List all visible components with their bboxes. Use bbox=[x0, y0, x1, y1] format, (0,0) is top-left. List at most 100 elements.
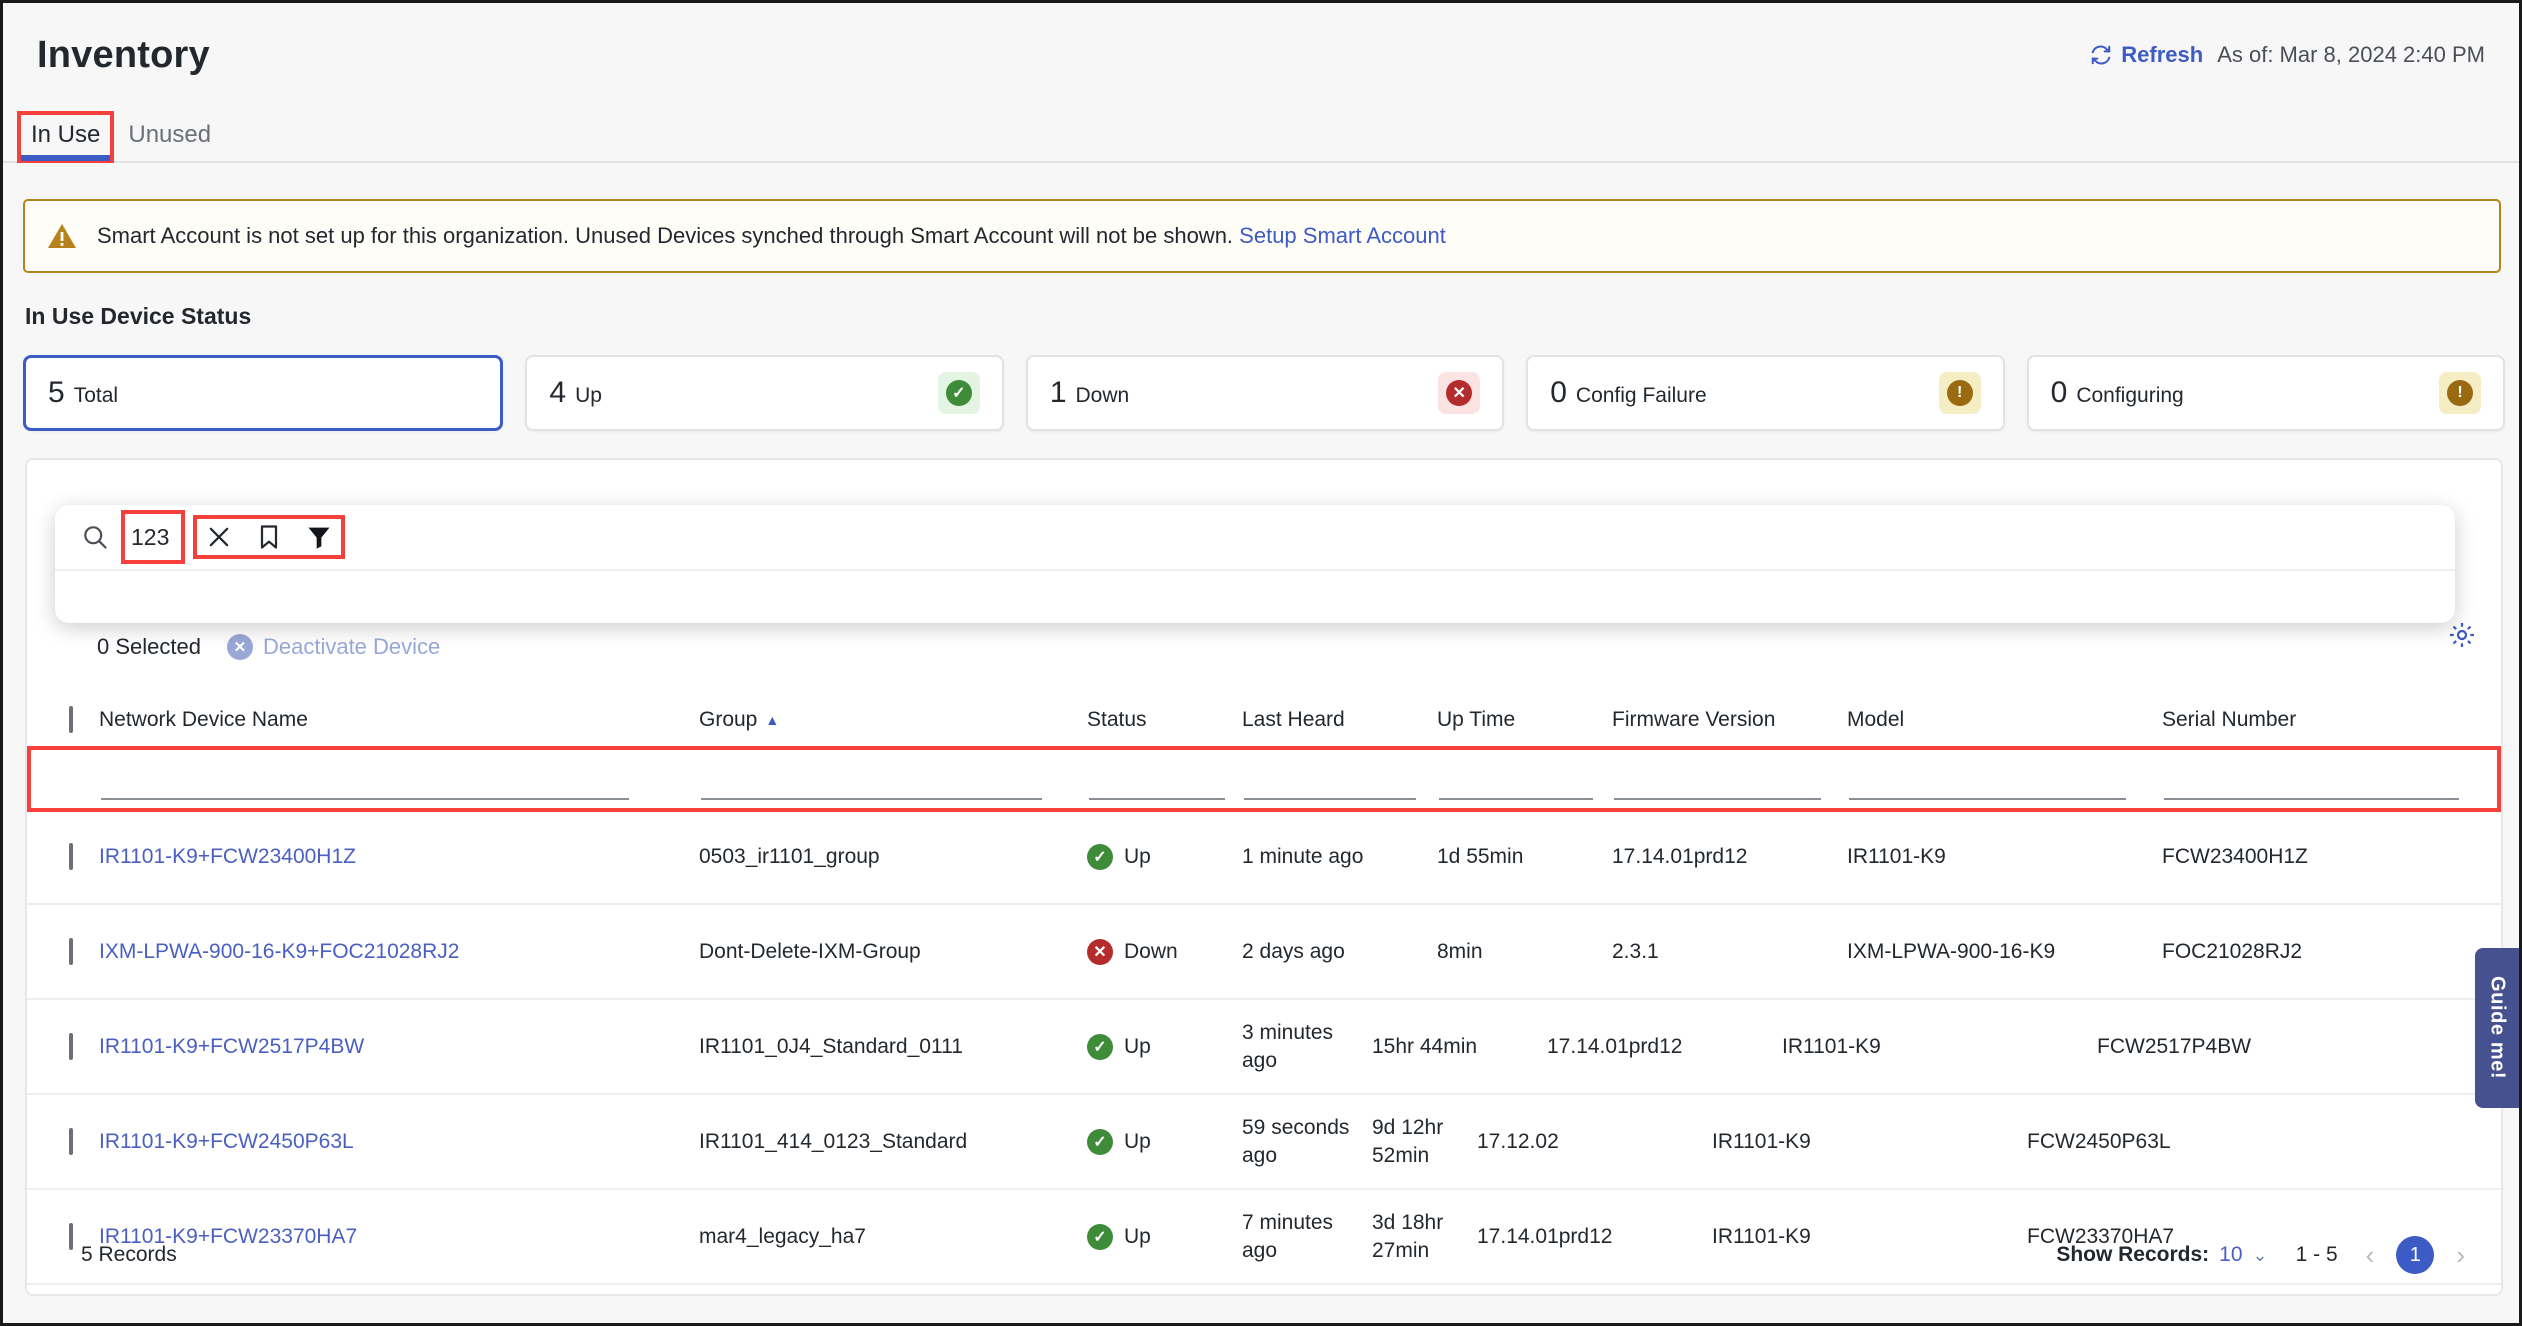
tab-bar: In Use Unused bbox=[3, 107, 2519, 163]
cell-group: IR1101_0J4_Standard_0111 bbox=[699, 1034, 963, 1058]
cell-serial-number: FCW2450P63L bbox=[2027, 1129, 2171, 1153]
cell-status: ✓ Up bbox=[1087, 1128, 1242, 1155]
status-card-down-count: 1 bbox=[1049, 376, 1067, 409]
setup-smart-account-link[interactable]: Setup Smart Account bbox=[1239, 223, 1446, 248]
cell-last-heard: 2 days ago bbox=[1242, 939, 1345, 963]
column-header-serial-number[interactable]: Serial Number bbox=[2162, 708, 2501, 732]
device-link[interactable]: IR1101-K9+FCW23400H1Z bbox=[99, 845, 356, 868]
column-header-last-heard[interactable]: Last Heard bbox=[1242, 708, 1437, 732]
bookmark-icon[interactable] bbox=[255, 523, 283, 551]
filter-input-firmware-version[interactable] bbox=[1614, 748, 1849, 810]
deactivate-device-button[interactable]: ✕ Deactivate Device bbox=[226, 634, 441, 660]
search-action-icons bbox=[193, 515, 345, 559]
show-records-value[interactable]: 10 bbox=[2219, 1243, 2242, 1267]
check-circle-icon: ✓ bbox=[945, 380, 972, 406]
exclamation-circle-icon: ! bbox=[1946, 380, 1973, 406]
banner-message: Smart Account is not set up for this org… bbox=[97, 223, 1234, 248]
column-header-up-time[interactable]: Up Time bbox=[1437, 708, 1612, 732]
column-header-network-device-name[interactable]: Network Device Name bbox=[99, 708, 699, 732]
filter-icon[interactable] bbox=[305, 523, 333, 551]
filter-input-model[interactable] bbox=[1849, 748, 2164, 810]
select-all-checkbox[interactable] bbox=[69, 706, 73, 733]
status-card-configuring-count: 0 bbox=[2050, 376, 2068, 409]
show-records-selector[interactable]: Show Records: 10 ⌄ bbox=[2056, 1243, 2267, 1267]
filter-input-status[interactable] bbox=[1089, 748, 1244, 810]
tab-in-use[interactable]: In Use bbox=[16, 111, 115, 163]
cell-status: ✓ Up bbox=[1087, 843, 1242, 870]
table-row[interactable]: IR1101-K9+FCW2517P4BW IR1101_0J4_Standar… bbox=[27, 1000, 2501, 1095]
device-link[interactable]: IXM-LPWA-900-16-K9+FOC21028RJ2 bbox=[99, 940, 459, 963]
header-actions: Refresh As of: Mar 8, 2024 2:40 PM bbox=[2090, 42, 2485, 68]
filter-input-group[interactable] bbox=[701, 748, 1089, 810]
row-select-cell bbox=[27, 1127, 99, 1155]
column-header-status[interactable]: Status bbox=[1087, 708, 1242, 732]
refresh-icon bbox=[2090, 44, 2112, 66]
cell-firmware-version: 17.14.01prd12 bbox=[1612, 844, 1748, 868]
prev-page-button[interactable]: ‹ bbox=[2366, 1240, 2375, 1271]
cell-serial-number: FCW23400H1Z bbox=[2162, 844, 2308, 868]
warning-icon bbox=[47, 222, 77, 250]
deactivate-device-label: Deactivate Device bbox=[262, 634, 441, 659]
status-text: Up bbox=[1124, 844, 1151, 868]
status-text: Down bbox=[1124, 939, 1178, 963]
status-card-up-count: 4 bbox=[549, 376, 567, 409]
show-records-label: Show Records: bbox=[2056, 1243, 2210, 1266]
column-label: Model bbox=[1847, 708, 1905, 731]
gear-icon[interactable] bbox=[2447, 620, 2477, 650]
status-card-down[interactable]: 1 Down ✕ bbox=[1025, 355, 1505, 431]
cell-network-device-name: IR1101-K9+FCW2517P4BW bbox=[99, 1035, 699, 1059]
page-header: Inventory Refresh As of: Mar 8, 2024 2:4… bbox=[3, 3, 2519, 107]
filter-input-serial-number[interactable] bbox=[2164, 748, 2499, 810]
page-number-1[interactable]: 1 bbox=[2396, 1236, 2435, 1274]
search-suggestions-area bbox=[55, 571, 2455, 621]
status-card-up[interactable]: 4 Up ✓ bbox=[525, 355, 1004, 431]
status-text: Up bbox=[1124, 1034, 1151, 1058]
filter-input-up-time[interactable] bbox=[1439, 748, 1614, 810]
status-card-configuring[interactable]: 0 Configuring ! bbox=[2026, 355, 2506, 431]
row-select-cell bbox=[27, 1032, 99, 1060]
status-card-config-failure[interactable]: 0 Config Failure ! bbox=[1526, 355, 2005, 431]
device-link[interactable]: IR1101-K9+FCW2450P63L bbox=[99, 1130, 354, 1153]
table-toolbar: 0 Selected ✕ Deactivate Device bbox=[27, 625, 2501, 669]
status-card-total[interactable]: 5 Total bbox=[23, 355, 504, 431]
column-header-model[interactable]: Model bbox=[1847, 708, 2162, 732]
table-row[interactable]: IXM-LPWA-900-16-K9+FOC21028RJ2 Dont-Dele… bbox=[27, 905, 2501, 1000]
column-header-firmware-version[interactable]: Firmware Version bbox=[1612, 708, 1847, 732]
status-up-icon: ✓ bbox=[1087, 843, 1113, 870]
status-card-configuring-label: Configuring bbox=[2076, 384, 2184, 407]
status-section-title: In Use Device Status bbox=[25, 303, 252, 329]
cell-serial-number: FOC21028RJ2 bbox=[2162, 939, 2303, 963]
banner-text-wrap: Smart Account is not set up for this org… bbox=[97, 223, 1446, 249]
row-checkbox[interactable] bbox=[69, 1032, 73, 1060]
search-icon bbox=[81, 523, 109, 551]
tab-unused[interactable]: Unused bbox=[110, 121, 229, 161]
status-up-badge: ✓ bbox=[937, 372, 980, 414]
smart-account-banner: Smart Account is not set up for this org… bbox=[23, 199, 2501, 273]
chevron-down-icon[interactable]: ⌄ bbox=[2253, 1245, 2268, 1266]
table-row[interactable]: IR1101-K9+FCW2450P63L IR1101_414_0123_St… bbox=[27, 1095, 2501, 1190]
filter-input-network-device-name[interactable] bbox=[101, 748, 701, 810]
row-checkbox[interactable] bbox=[69, 1127, 73, 1155]
guide-me-tab[interactable]: Guide me! bbox=[2475, 948, 2519, 1108]
row-checkbox[interactable] bbox=[69, 937, 73, 965]
select-all-cell bbox=[27, 706, 99, 733]
status-down-badge: ✕ bbox=[1438, 372, 1481, 414]
column-label: Group bbox=[699, 708, 758, 731]
close-icon[interactable] bbox=[205, 523, 233, 551]
status-card-total-label: Total bbox=[73, 384, 119, 407]
page-nav: ‹ 1 › bbox=[2366, 1236, 2465, 1274]
status-card-total-count: 5 bbox=[48, 376, 65, 409]
search-row bbox=[55, 505, 2455, 571]
refresh-button[interactable]: Refresh bbox=[2090, 42, 2203, 68]
table-row[interactable]: IR1101-K9+FCW23400H1Z 0503_ir1101_group … bbox=[27, 810, 2501, 905]
next-page-button[interactable]: › bbox=[2456, 1240, 2465, 1271]
sort-asc-icon: ▲ bbox=[765, 712, 780, 728]
filter-input-last-heard[interactable] bbox=[1244, 748, 1439, 810]
column-header-group[interactable]: Group ▲ bbox=[699, 708, 1087, 732]
cell-firmware-version: 2.3.1 bbox=[1612, 939, 1659, 963]
cell-last-heard: 59 seconds ago bbox=[1242, 1115, 1350, 1167]
device-link[interactable]: IR1101-K9+FCW2517P4BW bbox=[99, 1035, 364, 1058]
row-checkbox[interactable] bbox=[69, 842, 73, 870]
pagination: Show Records: 10 ⌄ 1 - 5 ‹ 1 › bbox=[2056, 1236, 2465, 1274]
status-card-config-failure-label: Config Failure bbox=[1575, 384, 1707, 407]
